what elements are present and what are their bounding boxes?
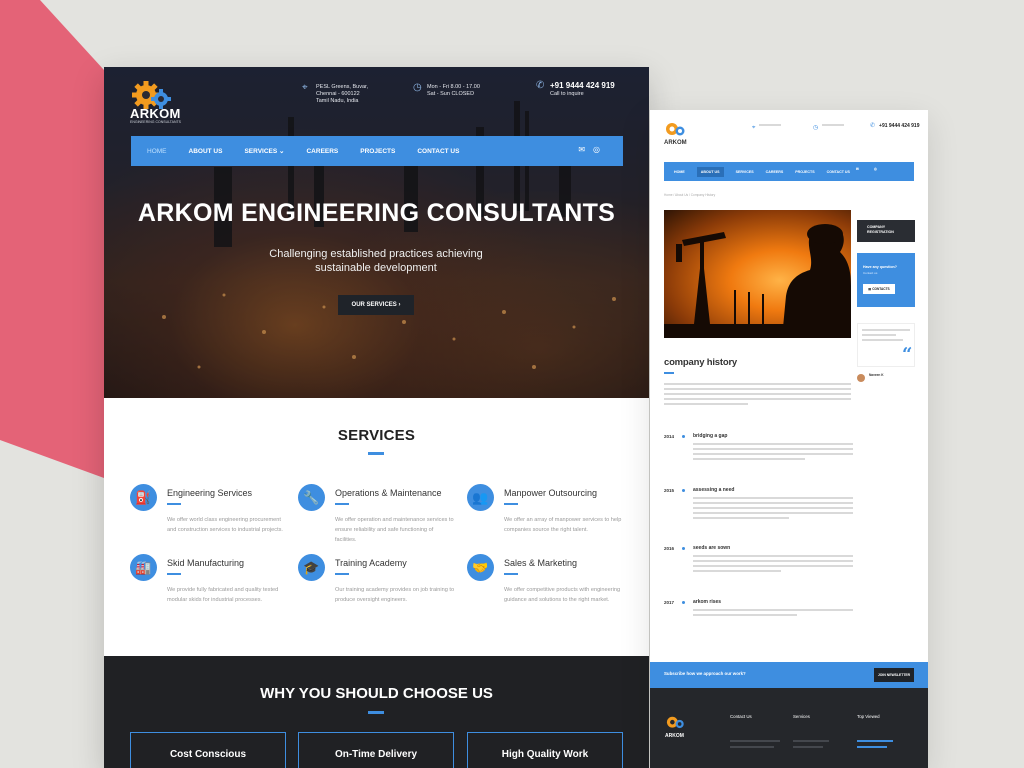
header-address: ⌖ xyxy=(752,124,782,131)
brand-name: ARKOM xyxy=(130,106,181,121)
nav-home[interactable]: HOME xyxy=(147,148,167,155)
company-history-mockup: ARKOM ⌖ ◷ ✆ +91 9444 424 919 HOME ABOUT U… xyxy=(650,110,928,768)
factory-icon: 🏭 xyxy=(130,554,157,581)
title-underline xyxy=(368,452,384,455)
header-address: ⌖ PESL Greens, Buvar, Chennai - 600122 T… xyxy=(302,82,369,105)
timeline-item-2017: 2017 arkom rises xyxy=(664,599,854,640)
nav-social-icons: ✉◎ xyxy=(578,145,608,154)
brand-tagline: ENGINEERING CONSULTANTS xyxy=(130,120,182,124)
nav-about-us[interactable]: ABOUT US xyxy=(696,166,724,177)
oil-pump-icon: ⛽ xyxy=(130,484,157,511)
nav-services[interactable]: SERVICES ⌄ xyxy=(244,147,284,155)
homepage-mockup: ARKOM ENGINEERING CONSULTANTS ⌖ PESL Gre… xyxy=(104,67,649,768)
join-newsletter-button[interactable]: JOIN NEWSLETTER xyxy=(874,668,914,682)
service-card-training[interactable]: 🎓 Training Academy Our training academy … xyxy=(298,554,463,624)
header-hours: ◷ Mon - Fri 8.00 - 17.00 Sat - Sun CLOSE… xyxy=(413,82,480,98)
why-card-quality[interactable]: High Quality Work xyxy=(467,732,623,768)
clock-icon: ◷ xyxy=(813,125,819,131)
handshake-icon: 🤝 xyxy=(467,554,494,581)
subscribe-bar: Subscribe how we approach our work? JOIN… xyxy=(650,662,928,688)
nav-social-icons: ✉◎ xyxy=(856,167,892,171)
chevron-right-icon: › xyxy=(398,302,401,308)
why-card-delivery[interactable]: On-Time Delivery xyxy=(298,732,454,768)
hero-subtitle: Challenging established practices achiev… xyxy=(269,248,483,274)
company-registration-box[interactable]: COMPANY REGISTRATION xyxy=(857,220,915,242)
instagram-icon[interactable]: ◎ xyxy=(593,145,608,154)
question-box: Have any question? Contact us ▤ CONTACTS xyxy=(857,253,915,307)
phone-number[interactable]: +91 9444 424 919 xyxy=(550,81,615,90)
header-phone[interactable]: ✆ +91 9444 424 919 xyxy=(870,123,920,129)
nav-contact-us[interactable]: CONTACT US xyxy=(827,170,850,174)
intro-paragraph xyxy=(664,383,851,408)
timeline-item-2014: 2014 bridging a gap xyxy=(664,433,854,484)
contacts-button[interactable]: ▤ CONTACTS xyxy=(863,284,895,294)
document-icon: ▤ xyxy=(868,287,872,291)
nav-contact-us[interactable]: CONTACT US xyxy=(417,148,459,155)
service-card-sales[interactable]: 🤝 Sales & Marketing We offer competitive… xyxy=(467,554,632,624)
people-icon: 👥 xyxy=(467,484,494,511)
map-pin-icon: ⌖ xyxy=(302,82,308,93)
footer-col-top-viewed: Top Viewed xyxy=(857,714,880,719)
our-services-button[interactable]: OUR SERVICES › xyxy=(338,295,414,315)
service-card-operations[interactable]: 🔧 Operations & Maintenance We offer oper… xyxy=(298,484,463,554)
why-choose-us-section: WHY YOU SHOULD CHOOSE US Cost Conscious … xyxy=(104,656,649,768)
phone-subtext: Call to inquire xyxy=(550,91,584,97)
quote-icon: “ xyxy=(902,344,913,365)
header-hours: ◷ xyxy=(813,124,845,131)
avatar xyxy=(857,374,865,382)
nav-careers[interactable]: CAREERS xyxy=(306,148,338,155)
timeline-item-2015: 2015 assessing a need xyxy=(664,487,854,548)
oil-pump-silhouette-image xyxy=(664,224,851,338)
clock-icon: ◷ xyxy=(413,82,422,93)
phone-number[interactable]: +91 9444 424 919 xyxy=(879,123,919,129)
nav-projects[interactable]: PROJECTS xyxy=(795,170,814,174)
services-section: SERVICES ⛽ Engineering Services We offer… xyxy=(104,398,649,656)
footer: ARKOM Contact Us Services Top Viewed xyxy=(650,688,928,768)
arkom-gear-logo-icon[interactable] xyxy=(665,714,687,734)
nav-about-us[interactable]: ABOUT US xyxy=(189,148,223,155)
hero-title: ARKOM ENGINEERING CONSULTANTS xyxy=(137,199,616,227)
header-phone[interactable]: ✆ +91 9444 424 919 Call to inquire xyxy=(536,80,636,104)
footer-col-services: Services xyxy=(793,714,810,719)
service-card-manpower[interactable]: 👥 Manpower Outsourcing We offer an array… xyxy=(467,484,632,554)
why-card-cost[interactable]: Cost Conscious xyxy=(130,732,286,768)
nav-careers[interactable]: CAREERS xyxy=(766,170,784,174)
chevron-down-icon: ⌄ xyxy=(279,148,285,155)
graduation-cap-icon: 🎓 xyxy=(298,554,325,581)
hero-section: ARKOM ENGINEERING CONSULTANTS ⌖ PESL Gre… xyxy=(104,67,649,398)
service-card-skid[interactable]: 🏭 Skid Manufacturing We provide fully fa… xyxy=(130,554,295,624)
nav-home[interactable]: HOME xyxy=(674,170,685,174)
why-title: WHY YOU SHOULD CHOOSE US xyxy=(260,685,493,702)
breadcrumb[interactable]: Home / About Us / Company History xyxy=(664,193,715,197)
service-card-engineering[interactable]: ⛽ Engineering Services We offer world cl… xyxy=(130,484,295,554)
brand-name: ARKOM xyxy=(664,140,687,146)
instagram-icon[interactable]: ◎ xyxy=(874,167,880,171)
mail-icon[interactable]: ✉ xyxy=(856,167,862,171)
phone-icon: ✆ xyxy=(536,80,545,91)
main-navbar: HOME ABOUT US SERVICES CAREERS PROJECTS … xyxy=(664,162,914,181)
title-underline xyxy=(664,372,674,374)
timeline-item-2016: 2016 seeds are sown xyxy=(664,545,854,596)
nav-projects[interactable]: PROJECTS xyxy=(360,148,395,155)
wrench-icon: 🔧 xyxy=(298,484,325,511)
map-pin-icon: ⌖ xyxy=(752,125,756,131)
footer-brand: ARKOM xyxy=(665,733,684,739)
nav-services[interactable]: SERVICES xyxy=(736,170,754,174)
testimonial-author: Naveen K xyxy=(869,373,884,377)
footer-col-contact: Contact Us xyxy=(730,714,752,719)
arkom-gear-logo-icon[interactable] xyxy=(664,120,688,142)
mail-icon[interactable]: ✉ xyxy=(578,145,593,154)
phone-icon: ✆ xyxy=(870,123,876,129)
title-underline xyxy=(368,711,384,714)
services-title: SERVICES xyxy=(337,427,416,444)
oil-rig-worker-photo xyxy=(664,210,851,338)
testimonial-box: “ xyxy=(857,323,915,367)
page-heading: company history xyxy=(664,357,738,368)
main-navbar: HOME ABOUT US SERVICES ⌄ CAREERS PROJECT… xyxy=(131,136,623,166)
